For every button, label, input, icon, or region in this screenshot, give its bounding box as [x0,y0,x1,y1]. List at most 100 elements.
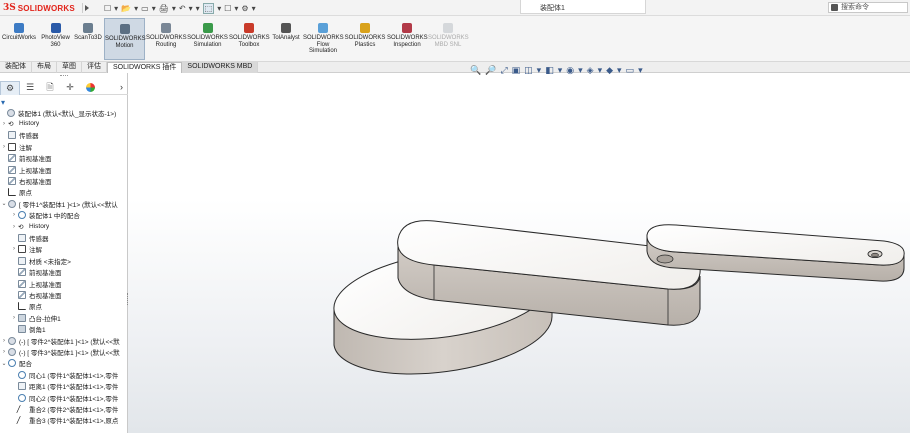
dropdown-arrow-icon[interactable]: ▾ [152,4,156,13]
tree-item[interactable]: › 凸台-拉伸1 [0,312,127,323]
dropdown-arrow-icon[interactable]: ▾ [252,4,256,13]
view-tool-icon[interactable]: ◧ [545,65,554,75]
tree-item[interactable]: › ⟲ History [0,221,127,232]
dropdown-arrow-icon[interactable]: ▾ [189,4,193,13]
tree-item[interactable]: 上视基准面 [0,278,127,289]
feature-manager-tab-icon[interactable]: ⚙ [0,80,20,95]
tree-item[interactable]: 装配体1 (默认<默认_显示状态-1>) [0,107,127,118]
expand-toggle-icon[interactable]: › [1,121,7,127]
tree-item[interactable]: › 注解 [0,141,127,152]
property-manager-tab-icon[interactable]: ☰ [20,81,40,95]
menu-expand-arrow-icon[interactable] [82,3,90,13]
tree-item[interactable]: 前视基准面 [0,153,127,164]
tree-item[interactable]: › ⟲ History [0,118,127,129]
tree-item[interactable]: 传感器 [0,130,127,141]
dropdown-arrow-icon[interactable]: ▾ [196,4,200,13]
expand-toggle-icon[interactable]: › [11,315,17,321]
view-tool-icon[interactable]: 🔍 [470,65,481,75]
quick-access-button[interactable]: ⚙ [241,4,248,13]
dropdown-arrow-icon[interactable]: ▾ [114,4,118,13]
solidworks-logo[interactable]: 3S SOLIDWORKS [3,2,75,14]
cmd-solidworks-routing[interactable]: SOLIDWORKS Routing [146,18,187,60]
tree-item[interactable]: 同心1 (零件1^装配体1<1>,零件 [0,369,127,380]
view-tool-icon[interactable]: ⤢ [500,65,507,75]
quick-access-button[interactable]: 🖨 [159,4,169,13]
tree-item[interactable]: 前视基准面 [0,267,127,278]
view-tool-icon[interactable]: ◈ [587,65,594,75]
expand-toggle-icon[interactable]: ⌄ [1,200,7,207]
expand-toggle-icon[interactable]: › [11,212,17,218]
filter-icon[interactable]: ▾ [1,98,5,107]
quick-access-button[interactable]: ⬚ [202,2,215,14]
dropdown-arrow-icon[interactable]: ▾ [617,65,622,75]
tree-item[interactable]: 传感器 [0,232,127,243]
tree-item[interactable]: › (-) [ 零件3^装配体1 ]<1> (默认<<默 [0,346,127,357]
cmd-solidworks-simulation[interactable]: SOLIDWORKS Simulation [187,18,228,60]
expand-toggle-icon[interactable]: › [11,224,17,230]
view-tool-icon[interactable]: ▭ [626,65,635,75]
tab-0[interactable]: 装配体 [0,62,32,73]
tree-item[interactable]: 倒角1 [0,324,127,335]
tree-item[interactable]: › (-) [ 零件2^装配体1 ]<1> (默认<<默 [0,335,127,346]
cmd-scanto3d[interactable]: ScanTo3D [73,18,103,60]
tree-item[interactable]: 距离1 (零件1^装配体1<1>,零件 [0,381,127,392]
tree-item[interactable]: 右视基准面 [0,175,127,186]
tree-item[interactable]: ⌄ [ 零件1^装配体1 ]<1> (默认<<默认 [0,198,127,209]
cmd-circuitworks[interactable]: CircuitWorks [0,18,38,60]
tree-item[interactable]: 原点 [0,301,127,312]
cmd-solidworks-motion[interactable]: SOLIDWORKS Motion [104,18,146,60]
tree-item[interactable]: 上视基准面 [0,164,127,175]
dropdown-arrow-icon[interactable]: ▾ [578,65,583,75]
tree-item[interactable]: › 注解 [0,244,127,255]
expand-toggle-icon[interactable]: ⌄ [1,360,7,367]
tab-1[interactable]: 布局 [32,62,57,73]
view-tool-icon[interactable]: ◉ [566,65,574,75]
chevron-right-icon[interactable]: › [120,82,123,92]
tree-item[interactable]: 右视基准面 [0,289,127,300]
view-tool-icon[interactable]: ◫ [524,65,533,75]
expand-toggle-icon[interactable]: › [1,349,7,355]
view-tool-icon[interactable]: 🔎 [485,65,496,75]
tab-4[interactable]: SOLIDWORKS 插件 [107,62,183,73]
dimxpert-tab-icon[interactable]: ✛ [60,81,80,95]
tab-2[interactable]: 草图 [57,62,82,73]
cmd-tolanalyst[interactable]: TolAnalyst [270,18,302,60]
tree-item[interactable]: 同心2 (零件1^装配体1<1>,零件 [0,392,127,403]
dropdown-arrow-icon[interactable]: ▾ [598,65,603,75]
dropdown-arrow-icon[interactable]: ▾ [638,65,643,75]
graphics-area[interactable] [128,73,910,433]
dropdown-arrow-icon[interactable]: ▾ [172,4,176,13]
tree-item[interactable]: 材质 <未指定> [0,255,127,266]
expand-toggle-icon[interactable]: › [1,144,7,150]
dropdown-arrow-icon[interactable]: ▾ [134,4,138,13]
panel-grip[interactable] [60,75,68,78]
display-manager-tab-icon[interactable] [80,81,100,95]
quick-access-button[interactable]: ↶ [179,4,186,13]
expand-toggle-icon[interactable]: › [11,246,17,252]
cmd-solidworks-toolbox[interactable]: SOLIDWORKS Toolbox [229,18,270,60]
search-commands-field[interactable]: 搜索命令 [828,2,908,13]
quick-access-button[interactable]: ☐ [224,4,231,13]
tab-5[interactable]: SOLIDWORKS MBD [182,62,259,73]
view-tool-icon[interactable]: ▣ [512,65,521,75]
view-tool-icon[interactable]: ◆ [606,65,613,75]
dropdown-arrow-icon[interactable]: ▾ [234,4,238,13]
configuration-manager-tab-icon[interactable]: 🗎 [40,81,60,95]
dropdown-arrow-icon[interactable]: ▾ [217,4,221,13]
cmd-photoview-360[interactable]: PhotoView 360 [39,18,72,60]
tree-item[interactable]: ⌄ 配合 [0,358,127,369]
tree-item[interactable]: 重合2 (零件2^装配体1<1>,零件 [0,403,127,414]
assembly-model[interactable] [128,73,910,433]
tree-item[interactable]: 重合3 (零件1^装配体1<1>,原点 [0,415,127,426]
dropdown-arrow-icon[interactable]: ▾ [558,65,563,75]
cmd-solidworks-mbd-snl[interactable]: SOLIDWORKS MBD SNL [428,18,469,60]
cmd-solidworks-inspection[interactable]: SOLIDWORKS Inspection [387,18,428,60]
quick-access-button[interactable]: ☐ [104,4,111,13]
cmd-solidworks-plastics[interactable]: SOLIDWORKS Plastics [344,18,386,60]
quick-access-button[interactable]: ▭ [141,4,149,13]
dropdown-arrow-icon[interactable]: ▾ [537,65,542,75]
tree-item[interactable]: 原点 [0,187,127,198]
tree-item[interactable]: › 装配体1 中的配合 [0,210,127,221]
tab-3[interactable]: 评估 [82,62,107,73]
cmd-solidworks-flow-simulation[interactable]: SOLIDWORKS Flow Simulation [303,18,344,60]
